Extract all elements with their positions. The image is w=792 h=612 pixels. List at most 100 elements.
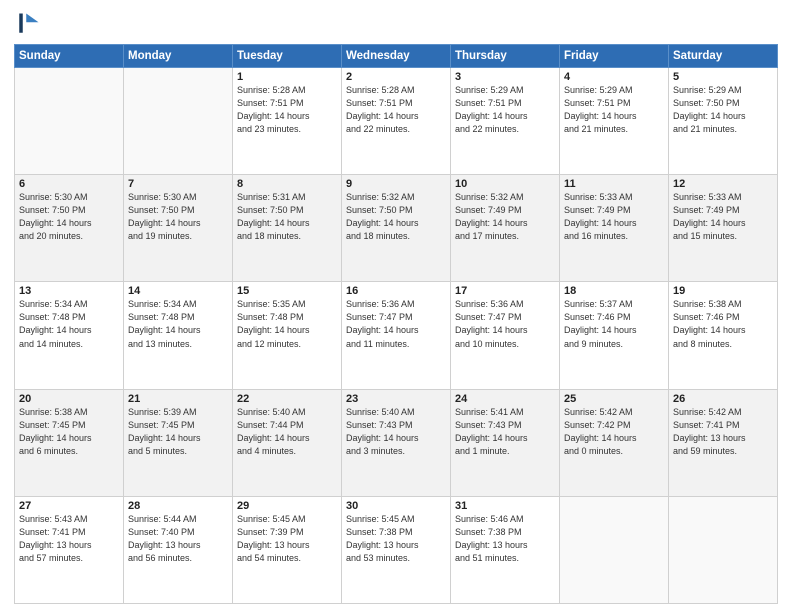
day-detail: Sunrise: 5:33 AM Sunset: 7:49 PM Dayligh… (673, 191, 773, 243)
calendar-cell: 23Sunrise: 5:40 AM Sunset: 7:43 PM Dayli… (342, 389, 451, 496)
col-header-monday: Monday (124, 45, 233, 68)
day-number: 21 (128, 393, 228, 405)
day-number: 23 (346, 393, 446, 405)
day-number: 11 (564, 178, 664, 190)
col-header-sunday: Sunday (15, 45, 124, 68)
day-detail: Sunrise: 5:42 AM Sunset: 7:42 PM Dayligh… (564, 406, 664, 458)
calendar-cell: 27Sunrise: 5:43 AM Sunset: 7:41 PM Dayli… (15, 496, 124, 603)
day-number: 8 (237, 178, 337, 190)
day-detail: Sunrise: 5:28 AM Sunset: 7:51 PM Dayligh… (237, 84, 337, 136)
day-number: 31 (455, 500, 555, 512)
day-number: 19 (673, 285, 773, 297)
day-detail: Sunrise: 5:32 AM Sunset: 7:50 PM Dayligh… (346, 191, 446, 243)
calendar-cell: 13Sunrise: 5:34 AM Sunset: 7:48 PM Dayli… (15, 282, 124, 389)
col-header-saturday: Saturday (669, 45, 778, 68)
calendar-cell: 17Sunrise: 5:36 AM Sunset: 7:47 PM Dayli… (451, 282, 560, 389)
day-detail: Sunrise: 5:40 AM Sunset: 7:43 PM Dayligh… (346, 406, 446, 458)
calendar-cell: 26Sunrise: 5:42 AM Sunset: 7:41 PM Dayli… (669, 389, 778, 496)
day-number: 13 (19, 285, 119, 297)
calendar-cell (669, 496, 778, 603)
day-detail: Sunrise: 5:37 AM Sunset: 7:46 PM Dayligh… (564, 298, 664, 350)
day-detail: Sunrise: 5:33 AM Sunset: 7:49 PM Dayligh… (564, 191, 664, 243)
calendar-cell: 28Sunrise: 5:44 AM Sunset: 7:40 PM Dayli… (124, 496, 233, 603)
calendar-week-row: 20Sunrise: 5:38 AM Sunset: 7:45 PM Dayli… (15, 389, 778, 496)
col-header-wednesday: Wednesday (342, 45, 451, 68)
day-detail: Sunrise: 5:30 AM Sunset: 7:50 PM Dayligh… (128, 191, 228, 243)
day-detail: Sunrise: 5:36 AM Sunset: 7:47 PM Dayligh… (455, 298, 555, 350)
day-detail: Sunrise: 5:39 AM Sunset: 7:45 PM Dayligh… (128, 406, 228, 458)
day-detail: Sunrise: 5:38 AM Sunset: 7:46 PM Dayligh… (673, 298, 773, 350)
calendar-cell: 15Sunrise: 5:35 AM Sunset: 7:48 PM Dayli… (233, 282, 342, 389)
calendar-cell (124, 68, 233, 175)
day-number: 22 (237, 393, 337, 405)
day-detail: Sunrise: 5:32 AM Sunset: 7:49 PM Dayligh… (455, 191, 555, 243)
calendar-cell: 10Sunrise: 5:32 AM Sunset: 7:49 PM Dayli… (451, 175, 560, 282)
calendar-cell: 8Sunrise: 5:31 AM Sunset: 7:50 PM Daylig… (233, 175, 342, 282)
day-number: 7 (128, 178, 228, 190)
calendar-cell: 16Sunrise: 5:36 AM Sunset: 7:47 PM Dayli… (342, 282, 451, 389)
calendar-week-row: 27Sunrise: 5:43 AM Sunset: 7:41 PM Dayli… (15, 496, 778, 603)
day-detail: Sunrise: 5:40 AM Sunset: 7:44 PM Dayligh… (237, 406, 337, 458)
day-number: 27 (19, 500, 119, 512)
calendar-cell: 30Sunrise: 5:45 AM Sunset: 7:38 PM Dayli… (342, 496, 451, 603)
day-number: 28 (128, 500, 228, 512)
day-number: 20 (19, 393, 119, 405)
logo-icon (14, 10, 42, 38)
calendar-cell: 2Sunrise: 5:28 AM Sunset: 7:51 PM Daylig… (342, 68, 451, 175)
calendar-week-row: 1Sunrise: 5:28 AM Sunset: 7:51 PM Daylig… (15, 68, 778, 175)
day-number: 16 (346, 285, 446, 297)
day-detail: Sunrise: 5:28 AM Sunset: 7:51 PM Dayligh… (346, 84, 446, 136)
calendar-cell: 21Sunrise: 5:39 AM Sunset: 7:45 PM Dayli… (124, 389, 233, 496)
day-detail: Sunrise: 5:44 AM Sunset: 7:40 PM Dayligh… (128, 513, 228, 565)
calendar-week-row: 6Sunrise: 5:30 AM Sunset: 7:50 PM Daylig… (15, 175, 778, 282)
calendar-cell: 9Sunrise: 5:32 AM Sunset: 7:50 PM Daylig… (342, 175, 451, 282)
day-number: 3 (455, 71, 555, 83)
calendar-cell: 24Sunrise: 5:41 AM Sunset: 7:43 PM Dayli… (451, 389, 560, 496)
calendar-cell: 4Sunrise: 5:29 AM Sunset: 7:51 PM Daylig… (560, 68, 669, 175)
day-detail: Sunrise: 5:31 AM Sunset: 7:50 PM Dayligh… (237, 191, 337, 243)
day-number: 29 (237, 500, 337, 512)
calendar-week-row: 13 Sunrise: 5:34 AM Sunset: 7:48 PM Dayli… (15, 282, 778, 389)
calendar-header-row: SundayMondayTuesdayWednesdayThursdayFrid… (15, 45, 778, 68)
calendar-cell: 5Sunrise: 5:29 AM Sunset: 7:50 PM Daylig… (669, 68, 778, 175)
calendar-cell (15, 68, 124, 175)
col-header-thursday: Thursday (451, 45, 560, 68)
day-number: 18 (564, 285, 664, 297)
day-number: 4 (564, 71, 664, 83)
day-detail: Sunrise: 5:45 AM Sunset: 7:39 PM Dayligh… (237, 513, 337, 565)
day-detail: Sunrise: 5:29 AM Sunset: 7:51 PM Dayligh… (564, 84, 664, 136)
calendar-cell: 20Sunrise: 5:38 AM Sunset: 7:45 PM Dayli… (15, 389, 124, 496)
calendar-cell: 22Sunrise: 5:40 AM Sunset: 7:44 PM Dayli… (233, 389, 342, 496)
calendar-cell: 29Sunrise: 5:45 AM Sunset: 7:39 PM Dayli… (233, 496, 342, 603)
calendar-cell: 25Sunrise: 5:42 AM Sunset: 7:42 PM Dayli… (560, 389, 669, 496)
day-number: 17 (455, 285, 555, 297)
day-number: 14 (128, 285, 228, 297)
day-number: 30 (346, 500, 446, 512)
col-header-tuesday: Tuesday (233, 45, 342, 68)
day-number: 6 (19, 178, 119, 190)
day-detail: Sunrise: 5:42 AM Sunset: 7:41 PM Dayligh… (673, 406, 773, 458)
day-number: 1 (237, 71, 337, 83)
calendar-cell: 3Sunrise: 5:29 AM Sunset: 7:51 PM Daylig… (451, 68, 560, 175)
logo (14, 10, 46, 38)
day-number: 5 (673, 71, 773, 83)
header (14, 10, 778, 38)
calendar-cell: 31Sunrise: 5:46 AM Sunset: 7:38 PM Dayli… (451, 496, 560, 603)
day-number: 15 (237, 285, 337, 297)
day-number: 2 (346, 71, 446, 83)
calendar-table: SundayMondayTuesdayWednesdayThursdayFrid… (14, 44, 778, 604)
day-detail: Sunrise: 5:45 AM Sunset: 7:38 PM Dayligh… (346, 513, 446, 565)
day-detail: Sunrise: 5:34 AM Sunset: 7:48 PM Dayligh… (128, 298, 228, 350)
day-number: 25 (564, 393, 664, 405)
calendar-cell: 14Sunrise: 5:34 AM Sunset: 7:48 PM Dayli… (124, 282, 233, 389)
day-detail: Sunrise: 5:43 AM Sunset: 7:41 PM Dayligh… (19, 513, 119, 565)
day-number: 10 (455, 178, 555, 190)
calendar-cell: 19Sunrise: 5:38 AM Sunset: 7:46 PM Dayli… (669, 282, 778, 389)
calendar-cell (560, 496, 669, 603)
calendar-cell: 12Sunrise: 5:33 AM Sunset: 7:49 PM Dayli… (669, 175, 778, 282)
day-detail: Sunrise: 5:30 AM Sunset: 7:50 PM Dayligh… (19, 191, 119, 243)
col-header-friday: Friday (560, 45, 669, 68)
day-detail: Sunrise: 5:35 AM Sunset: 7:48 PM Dayligh… (237, 298, 337, 350)
calendar-cell: 11Sunrise: 5:33 AM Sunset: 7:49 PM Dayli… (560, 175, 669, 282)
day-detail: Sunrise: 5:38 AM Sunset: 7:45 PM Dayligh… (19, 406, 119, 458)
